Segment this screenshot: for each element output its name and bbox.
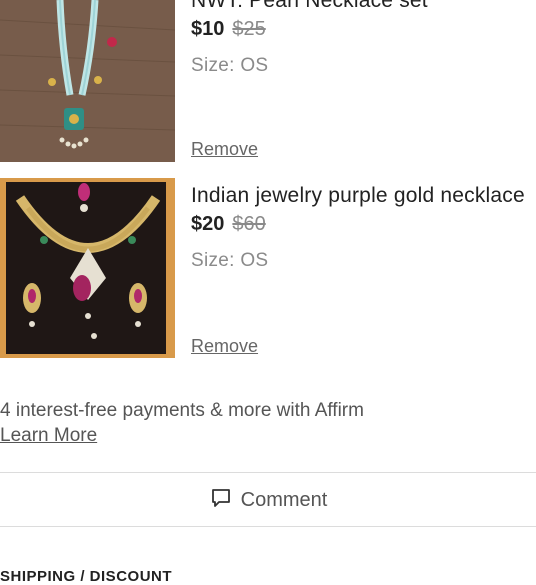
remove-button[interactable]: Remove xyxy=(191,336,258,357)
item-original-price: $25 xyxy=(232,18,266,40)
product-image[interactable] xyxy=(0,0,175,162)
learn-more-link[interactable]: Learn More xyxy=(0,423,364,448)
item-title[interactable]: Indian jewelry purple gold necklace xyxy=(191,182,536,209)
section-heading: SHIPPING / DISCOUNT xyxy=(0,568,173,585)
comment-button[interactable]: Comment xyxy=(0,474,536,526)
item-original-price: $60 xyxy=(232,213,266,235)
affirm-text: 4 interest-free payments & more with Aff… xyxy=(0,400,364,421)
comment-label: Comment xyxy=(240,488,328,511)
item-title[interactable]: NWT: Pearl Necklace set xyxy=(191,0,536,14)
comment-icon xyxy=(209,486,233,515)
purple-gold-necklace-photo xyxy=(0,178,175,358)
cart-item: NWT: Pearl Necklace set $10 $25 Size: OS … xyxy=(0,0,536,165)
item-info: NWT: Pearl Necklace set $10 $25 Size: OS xyxy=(191,0,536,77)
item-prices: $20 $60 xyxy=(191,213,536,236)
item-info: Indian jewelry purple gold necklace $20 $… xyxy=(191,182,536,272)
remove-button[interactable]: Remove xyxy=(191,139,258,160)
divider xyxy=(0,472,536,473)
cart-item: Indian jewelry purple gold necklace $20 $… xyxy=(0,178,536,360)
item-price: $10 xyxy=(191,18,225,40)
item-prices: $10 $25 xyxy=(191,18,536,41)
pearl-necklace-photo xyxy=(0,0,175,162)
divider xyxy=(0,526,536,527)
item-price: $20 xyxy=(191,213,225,235)
affirm-promo: 4 interest-free payments & more with Aff… xyxy=(0,398,364,448)
item-size: Size: OS xyxy=(191,250,269,271)
product-image[interactable] xyxy=(0,178,175,358)
item-size: Size: OS xyxy=(191,55,269,76)
